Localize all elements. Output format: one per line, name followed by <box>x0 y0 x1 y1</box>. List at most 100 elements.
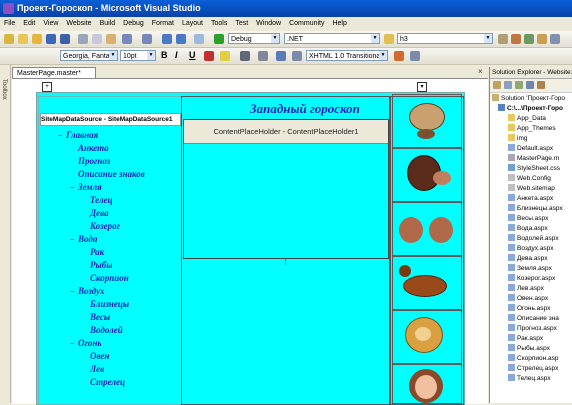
collapse-icon[interactable]: − <box>70 182 76 193</box>
menu-view[interactable]: View <box>39 17 62 31</box>
tree-item[interactable]: Овен.aspx <box>508 294 548 304</box>
image-icon[interactable] <box>292 51 302 61</box>
find-input[interactable]: h3 ▼ <box>397 33 493 44</box>
menu-build[interactable]: Build <box>96 17 120 31</box>
collapse-icon[interactable]: − <box>58 130 64 141</box>
tree-item[interactable]: Рак <box>90 247 104 258</box>
collapse-icon[interactable]: − <box>70 338 76 349</box>
undo-icon[interactable] <box>122 34 132 44</box>
tab-masterpage[interactable]: MasterPage.master* <box>12 67 96 78</box>
refresh-icon[interactable] <box>504 81 512 89</box>
sitemap-datasource-control[interactable]: SiteMapDataSource - SiteMapDataSource1 <box>40 113 181 126</box>
menu-help[interactable]: Help <box>328 17 350 31</box>
tree-item[interactable]: Лев <box>90 364 104 375</box>
tree-item[interactable]: Дева <box>90 208 109 219</box>
doctype-select[interactable]: XHTML 1.0 Transitional (▼ <box>306 50 388 61</box>
copy-icon[interactable] <box>92 34 102 44</box>
tree-item[interactable]: Козерог <box>90 221 120 232</box>
tree-item[interactable]: Водолей <box>90 325 123 336</box>
menu-tools[interactable]: Tools <box>207 17 231 31</box>
tree-item[interactable]: Весы <box>90 312 110 323</box>
tree-item[interactable]: Овен <box>90 351 109 362</box>
tree-item[interactable]: Стрелец.aspx <box>508 364 558 374</box>
new-project-icon[interactable] <box>4 34 14 44</box>
website-node[interactable]: C:\...\Проект-Горо <box>498 104 563 114</box>
tree-item[interactable]: Рыбы <box>90 260 112 271</box>
tree-item[interactable]: img <box>508 134 527 144</box>
menu-layout[interactable]: Layout <box>178 17 207 31</box>
tree-item[interactable]: − Главная <box>58 130 98 141</box>
menu-window[interactable]: Window <box>252 17 285 31</box>
tree-item[interactable]: Воздух.aspx <box>508 244 554 254</box>
tree-item[interactable]: Прогноз <box>78 156 110 167</box>
toolbox-icon[interactable] <box>537 34 547 44</box>
find-in-files-icon[interactable] <box>384 34 394 44</box>
tree-item[interactable]: Телец <box>90 195 113 206</box>
tree-item[interactable]: MasterPage.m <box>508 154 559 164</box>
close-document-icon[interactable]: × <box>478 67 488 77</box>
tree-item[interactable]: − Воздух <box>70 286 105 297</box>
tree-item[interactable]: Водолей.aspx <box>508 234 559 244</box>
smart-tag-icon[interactable]: ▾ <box>417 82 427 92</box>
tree-item[interactable]: Близнецы <box>90 299 129 310</box>
save-all-icon[interactable] <box>60 34 70 44</box>
tree-item[interactable]: Телец.aspx <box>508 374 551 384</box>
tree-item[interactable]: − Вода <box>70 234 97 245</box>
save-icon[interactable] <box>46 34 56 44</box>
browse-icon[interactable] <box>194 34 204 44</box>
tree-item[interactable]: Дева.aspx <box>508 254 548 264</box>
tree-item[interactable]: Огонь.aspx <box>508 304 550 314</box>
tree-item[interactable]: Рак.aspx <box>508 334 543 344</box>
cut-icon[interactable] <box>78 34 88 44</box>
tree-item[interactable]: Прогноз.aspx <box>508 324 557 334</box>
redo-icon[interactable] <box>142 34 152 44</box>
background-color-icon[interactable] <box>220 51 230 61</box>
tree-item[interactable]: − Земля <box>70 182 102 193</box>
tree-item[interactable]: Близнецы.aspx <box>508 204 563 214</box>
configuration-select[interactable]: Debug ▼ <box>228 33 280 44</box>
foreground-color-icon[interactable] <box>204 51 214 61</box>
tree-item[interactable]: App_Themes <box>508 124 556 134</box>
tree-item[interactable]: App_Data <box>508 114 546 124</box>
platform-select[interactable]: .NET ▼ <box>284 33 380 44</box>
check-page-icon[interactable] <box>394 51 404 61</box>
nest-files-icon[interactable] <box>515 81 523 89</box>
tree-item[interactable]: Web.sitemap <box>508 184 555 194</box>
menu-community[interactable]: Community <box>285 17 328 31</box>
start-page-icon[interactable] <box>550 34 560 44</box>
object-browser-icon[interactable] <box>524 34 534 44</box>
toolbox-tab-label[interactable]: Toolbox <box>1 79 7 100</box>
solution-explorer-icon[interactable] <box>498 34 508 44</box>
menu-test[interactable]: Test <box>231 17 252 31</box>
paste-icon[interactable] <box>106 34 116 44</box>
menu-edit[interactable]: Edit <box>19 17 39 31</box>
tree-item[interactable]: Вода.aspx <box>508 224 548 234</box>
hyperlink-icon[interactable] <box>276 51 286 61</box>
menu-file[interactable]: File <box>0 17 19 31</box>
menu-website[interactable]: Website <box>62 17 95 31</box>
bold-button[interactable]: B <box>161 50 168 60</box>
tree-item[interactable]: Лев.aspx <box>508 284 544 294</box>
tree-item[interactable]: Стрелец <box>90 377 125 388</box>
copy-website-icon[interactable] <box>526 81 534 89</box>
navigate-forward-icon[interactable] <box>176 34 186 44</box>
collapse-icon[interactable]: − <box>70 234 76 245</box>
start-debugging-icon[interactable] <box>214 34 224 44</box>
menu-debug[interactable]: Debug <box>119 17 148 31</box>
toolbox-strip[interactable]: Toolbox <box>0 65 11 403</box>
tree-item[interactable]: Земля.aspx <box>508 264 552 274</box>
tree-item[interactable]: Описание знаков <box>78 169 145 180</box>
navigate-back-icon[interactable] <box>162 34 172 44</box>
move-handle-icon[interactable]: + <box>42 82 52 92</box>
tree-item[interactable]: Скорпион <box>90 273 129 284</box>
justify-icon[interactable] <box>240 51 250 61</box>
navigation-cell[interactable] <box>38 96 182 405</box>
tree-item[interactable]: − Огонь <box>70 338 101 349</box>
bulleted-list-icon[interactable] <box>258 51 268 61</box>
add-item-icon[interactable] <box>18 34 28 44</box>
underline-button[interactable]: U <box>189 50 196 60</box>
tree-item[interactable]: Весы.aspx <box>508 214 548 224</box>
asp-net-config-icon[interactable] <box>537 81 545 89</box>
block-format-select[interactable] <box>22 50 30 61</box>
font-size-select[interactable]: 10pt ▼ <box>120 50 156 61</box>
